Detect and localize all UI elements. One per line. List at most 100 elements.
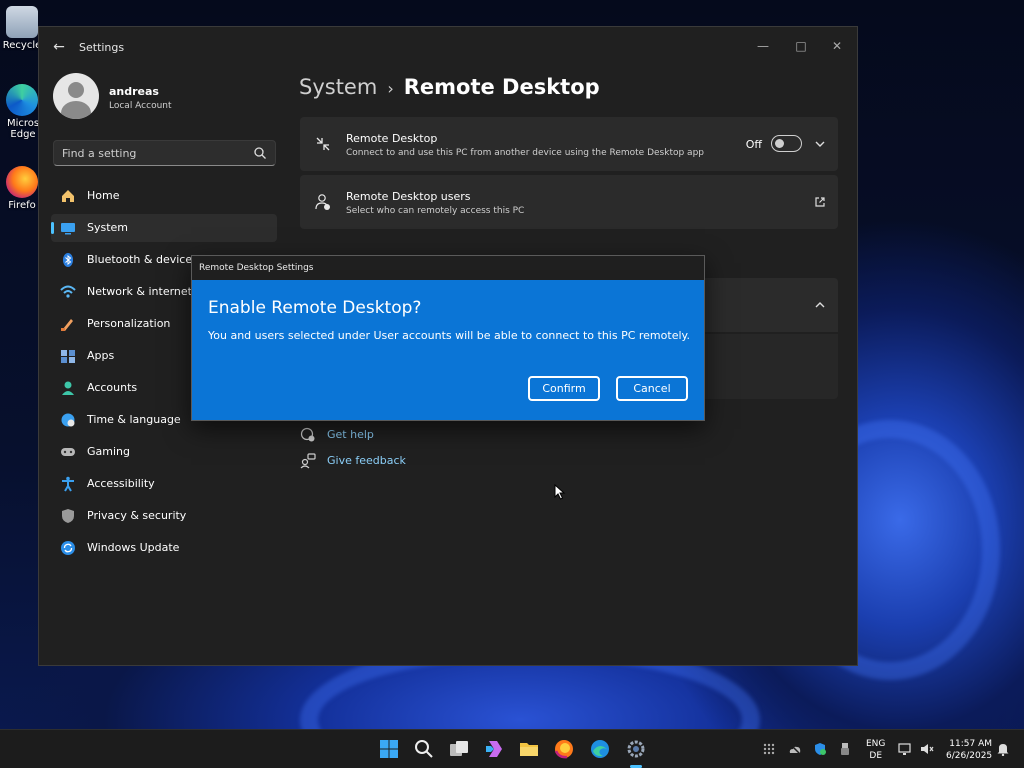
breadcrumb-parent[interactable]: System bbox=[299, 75, 377, 99]
search-icon[interactable] bbox=[413, 738, 435, 760]
remote-desktop-users-card[interactable]: Remote Desktop users Select who can remo… bbox=[300, 175, 838, 229]
search-box[interactable] bbox=[53, 140, 276, 166]
profile-name: andreas bbox=[109, 85, 159, 98]
file-explorer-icon[interactable] bbox=[518, 738, 540, 760]
system-icon bbox=[61, 223, 75, 235]
title-bar: ← Settings — □ ✕ bbox=[39, 27, 857, 67]
users-icon bbox=[315, 194, 330, 210]
profile-account-type: Local Account bbox=[109, 101, 172, 111]
toggle-state-label: Off bbox=[745, 138, 762, 151]
usb-device-icon[interactable] bbox=[838, 742, 852, 756]
dialog-window-title: Remote Desktop Settings bbox=[199, 263, 314, 273]
sidebar-item-accessibility[interactable]: Accessibility bbox=[51, 470, 277, 498]
sidebar-item-label: System bbox=[87, 221, 129, 234]
toggle-knob bbox=[775, 139, 784, 148]
sidebar-item-label: Time & language bbox=[87, 413, 181, 426]
enable-remote-desktop-dialog: Remote Desktop Settings Enable Remote De… bbox=[191, 255, 705, 421]
give-feedback-label: Give feedback bbox=[327, 454, 406, 467]
language-indicator[interactable]: ENG DE bbox=[866, 738, 885, 762]
mouse-cursor-icon bbox=[554, 484, 566, 500]
volume-muted-icon[interactable] bbox=[920, 742, 934, 756]
home-icon bbox=[62, 190, 74, 202]
sidebar-item-privacy-security[interactable]: Privacy & security bbox=[51, 502, 277, 530]
breadcrumb-separator: › bbox=[387, 79, 394, 98]
tray-grid-icon[interactable] bbox=[762, 742, 776, 756]
start-icon[interactable] bbox=[378, 738, 400, 760]
clock-date: 6/26/2025 bbox=[946, 751, 993, 761]
remote-users-subtitle: Select who can remotely access this PC bbox=[346, 206, 525, 216]
open-external-icon[interactable] bbox=[814, 196, 826, 208]
get-help-label: Get help bbox=[327, 428, 374, 441]
chevron-up-icon[interactable] bbox=[814, 299, 826, 311]
notification-bell-icon[interactable] bbox=[996, 742, 1010, 756]
confirm-button[interactable]: Confirm bbox=[528, 376, 600, 401]
language-code: ENG bbox=[866, 739, 886, 749]
taskbar: ENG DE 11:57 AM 6/26/2025 bbox=[0, 729, 1024, 768]
back-arrow-icon[interactable]: ← bbox=[49, 37, 69, 57]
avatar-body bbox=[61, 101, 91, 119]
chevron-down-icon[interactable] bbox=[814, 138, 826, 150]
bluetooth-icon bbox=[63, 253, 73, 267]
clock[interactable]: 11:57 AM 6/26/2025 bbox=[946, 738, 992, 762]
sidebar-item-label: Bluetooth & devices bbox=[87, 253, 198, 266]
security-shield-icon[interactable] bbox=[813, 742, 827, 756]
breadcrumb: System › Remote Desktop bbox=[299, 75, 600, 99]
edge-icon[interactable] bbox=[589, 738, 611, 760]
sidebar-item-label: Accounts bbox=[87, 381, 138, 394]
sidebar-item-label: Gaming bbox=[87, 445, 130, 458]
remote-desktop-subtitle: Connect to and use this PC from another … bbox=[346, 148, 705, 158]
apps-icon bbox=[61, 350, 75, 363]
desktop-icon-label: Micros Edge bbox=[6, 118, 40, 140]
sidebar-item-label: Personalization bbox=[87, 317, 171, 330]
search-icon[interactable] bbox=[253, 146, 267, 160]
sidebar-item-label: Apps bbox=[87, 349, 115, 362]
clock-time: 11:57 AM bbox=[949, 739, 992, 749]
update-icon bbox=[61, 541, 75, 555]
recycle-bin-icon bbox=[6, 6, 38, 38]
dialog-heading: Enable Remote Desktop? bbox=[208, 298, 422, 318]
wifi-icon bbox=[60, 285, 76, 298]
sidebar-item-label: Windows Update bbox=[87, 541, 180, 554]
feedback-icon bbox=[300, 453, 316, 469]
remote-desktop-card[interactable]: Remote Desktop Connect to and use this P… bbox=[300, 117, 838, 171]
minimize-icon[interactable]: — bbox=[745, 33, 781, 59]
dialog-title-bar: Remote Desktop Settings bbox=[192, 256, 704, 280]
firefox-icon bbox=[6, 166, 38, 198]
person-icon bbox=[62, 381, 74, 395]
globe-clock-icon bbox=[61, 413, 75, 427]
shield-icon bbox=[62, 509, 74, 523]
task-view-icon[interactable] bbox=[448, 738, 470, 760]
brush-icon bbox=[61, 319, 73, 331]
sidebar-item-label: Privacy & security bbox=[87, 509, 187, 522]
close-icon[interactable]: ✕ bbox=[819, 33, 855, 59]
avatar-head bbox=[68, 82, 84, 98]
remote-desktop-title: Remote Desktop bbox=[346, 132, 438, 145]
gamepad-icon bbox=[61, 448, 75, 456]
firefox-icon[interactable] bbox=[553, 738, 575, 760]
sidebar-item-label: Home bbox=[87, 189, 120, 202]
avatar bbox=[53, 73, 99, 119]
sidebar-item-windows-update[interactable]: Windows Update bbox=[51, 534, 277, 562]
keyboard-layout: DE bbox=[869, 751, 883, 761]
sidebar-item-home[interactable]: Home bbox=[51, 182, 277, 210]
search-input[interactable] bbox=[54, 141, 244, 165]
sidebar-item-gaming[interactable]: Gaming bbox=[51, 438, 277, 466]
accessibility-icon bbox=[62, 476, 74, 492]
settings-gear-icon[interactable] bbox=[625, 738, 647, 760]
remote-desktop-toggle[interactable] bbox=[771, 135, 802, 152]
sidebar-item-label: Network & internet bbox=[87, 285, 192, 298]
remote-users-title: Remote Desktop users bbox=[346, 190, 471, 203]
cancel-button[interactable]: Cancel bbox=[616, 376, 688, 401]
copilot-icon[interactable] bbox=[483, 738, 505, 760]
remote-desktop-icon bbox=[316, 137, 330, 151]
onedrive-offline-icon[interactable] bbox=[788, 742, 802, 756]
maximize-icon[interactable]: □ bbox=[783, 33, 819, 59]
edge-icon bbox=[6, 84, 38, 116]
dialog-body: You and users selected under User accoun… bbox=[208, 329, 690, 342]
network-icon[interactable] bbox=[898, 742, 912, 756]
window-title: Settings bbox=[79, 41, 125, 54]
page-title: Remote Desktop bbox=[403, 75, 600, 99]
sidebar-item-system[interactable]: System bbox=[51, 214, 277, 242]
sidebar-item-label: Accessibility bbox=[87, 477, 155, 490]
help-icon bbox=[300, 427, 315, 442]
